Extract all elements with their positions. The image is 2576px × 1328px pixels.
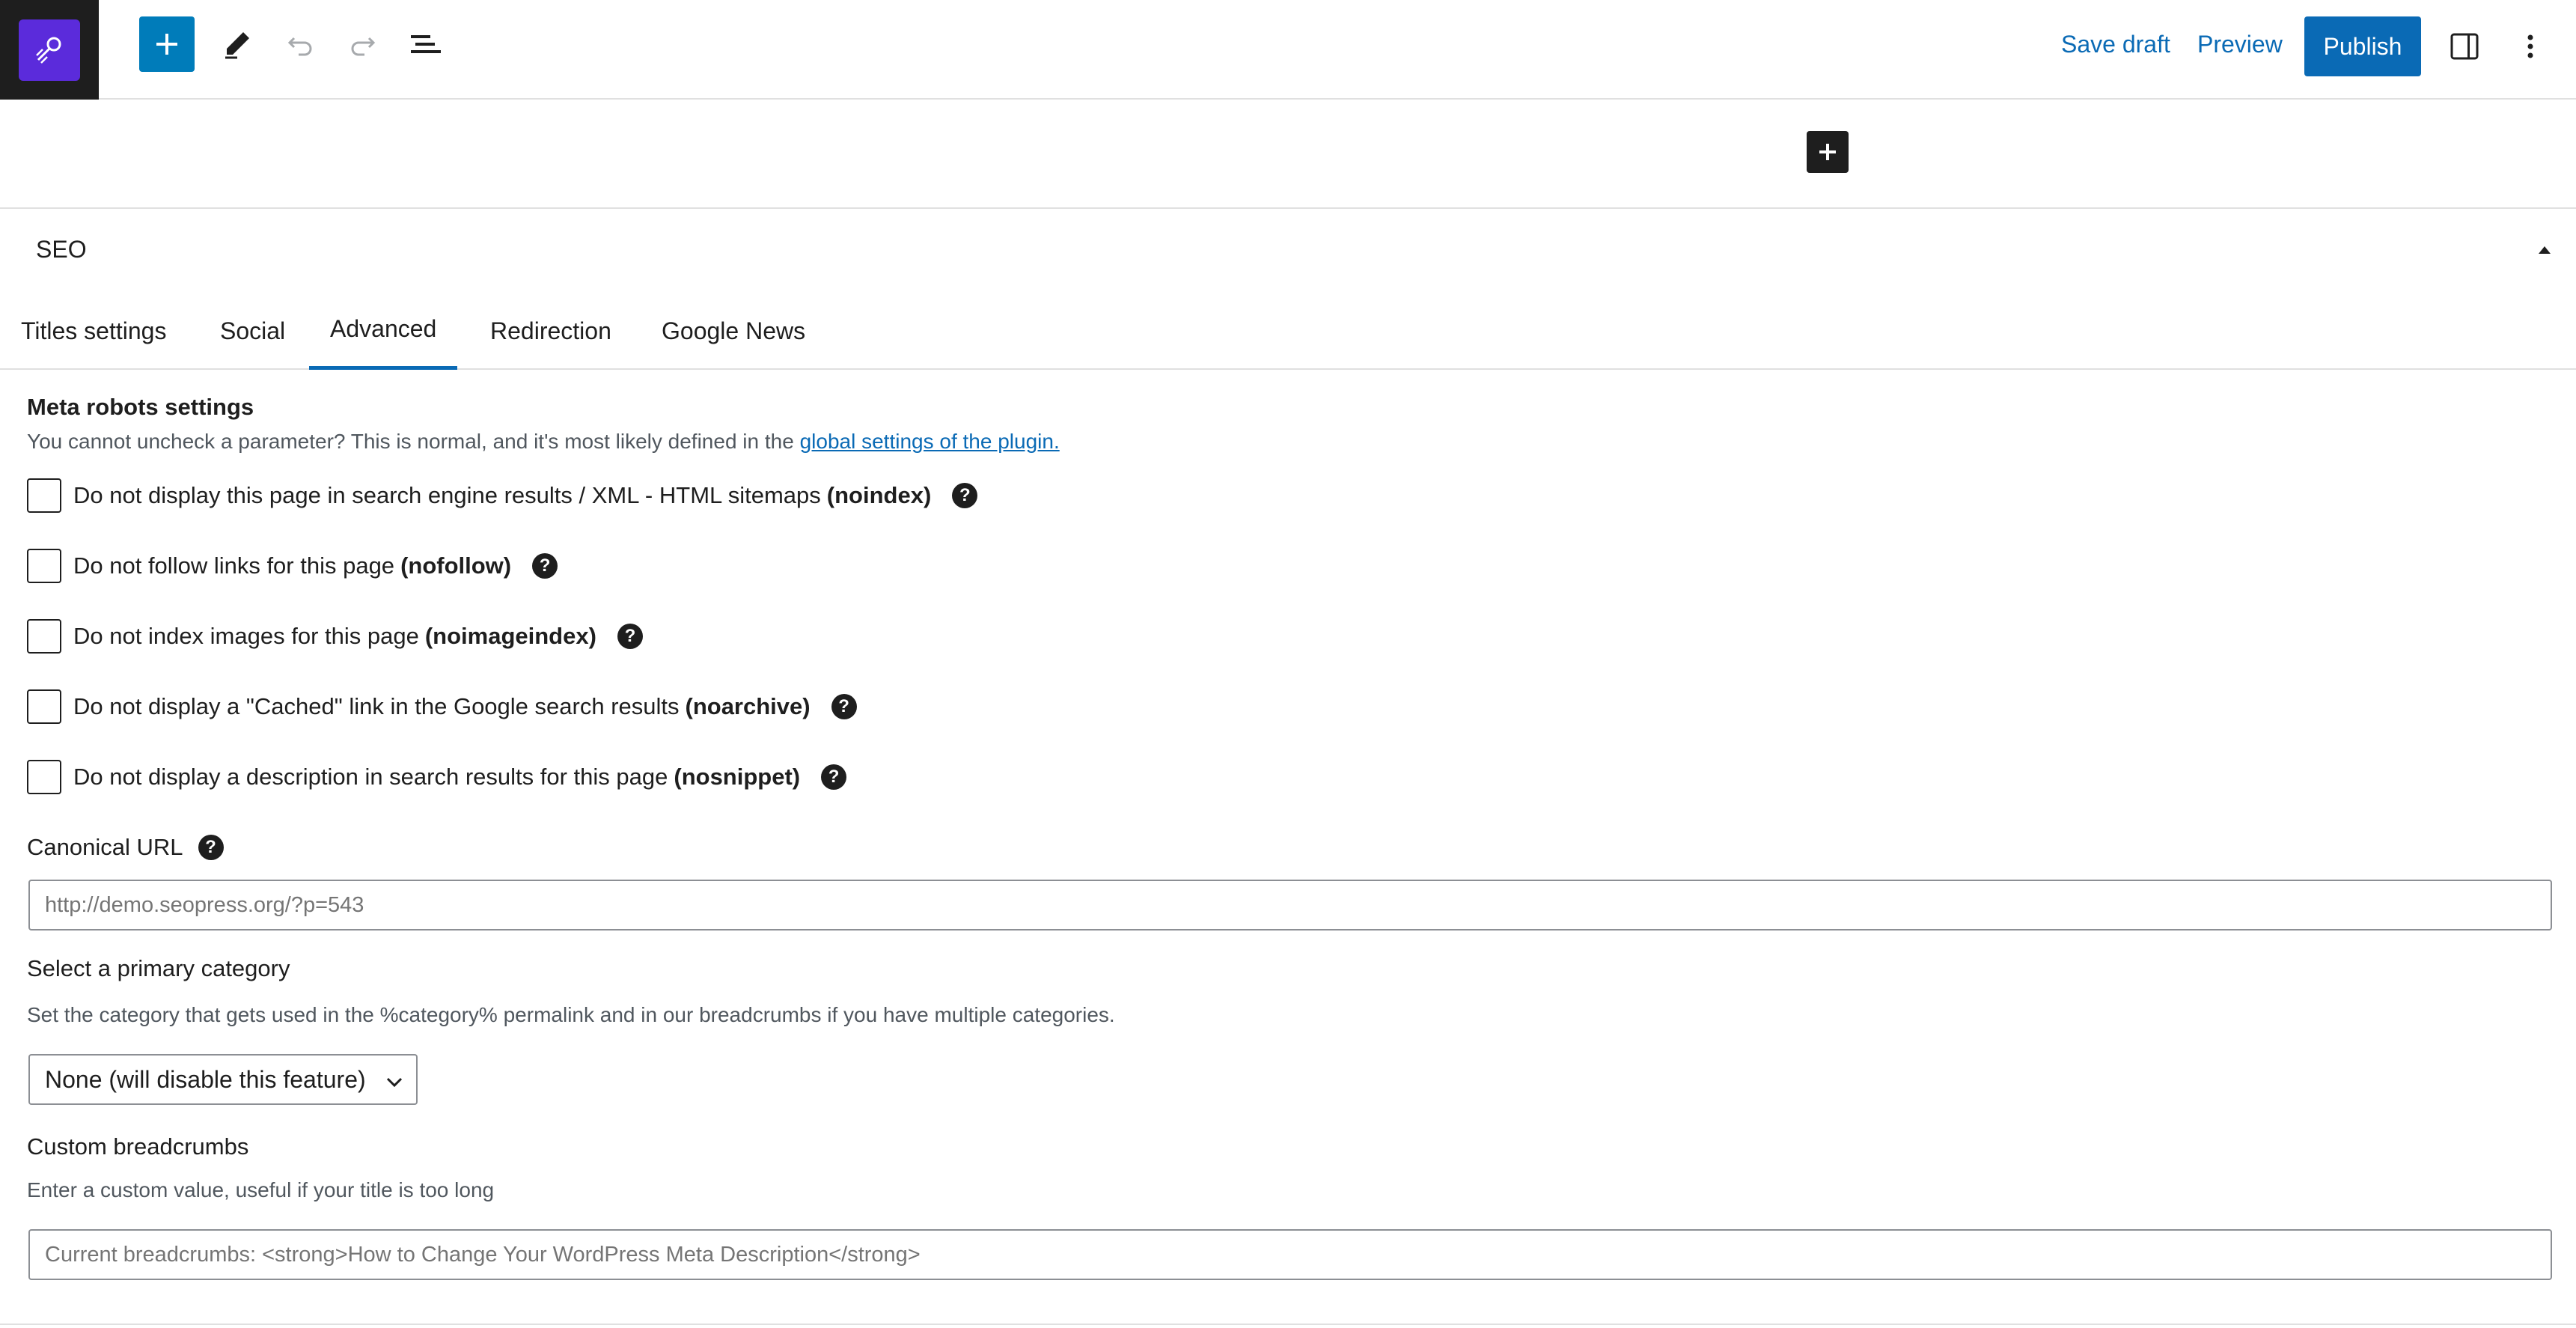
list-view-icon <box>411 35 441 53</box>
noarchive-label: Do not display a "Cached" link in the Go… <box>73 693 680 719</box>
noarchive-code: (noarchive) <box>685 693 811 719</box>
seo-metabox-header[interactable]: SEO <box>0 210 2576 285</box>
tab-social[interactable]: Social <box>199 292 306 370</box>
plus-icon <box>1819 144 1836 160</box>
noimageindex-label: Do not index images for this page <box>73 623 419 649</box>
editor-toolbar: Save draft Preview Publish <box>0 0 2576 100</box>
canonical-url-label: Canonical URL <box>27 834 183 860</box>
preview-button[interactable]: Preview <box>2187 16 2293 72</box>
meta-robots-description-text: You cannot uncheck a parameter? This is … <box>27 430 794 453</box>
publish-button[interactable]: Publish <box>2304 16 2421 76</box>
nofollow-option: Do not follow links for this page (nofol… <box>27 548 558 584</box>
tab-redirection[interactable]: Redirection <box>469 292 632 370</box>
undo-icon <box>287 37 312 56</box>
seo-tabs: Titles settings Social Advanced Redirect… <box>0 292 2576 370</box>
nofollow-label: Do not follow links for this page <box>73 552 395 579</box>
site-logo-button[interactable] <box>0 0 99 100</box>
help-icon[interactable]: ? <box>821 764 847 790</box>
custom-breadcrumbs-input[interactable]: Current breadcrumbs: <strong>How to Chan… <box>28 1229 2552 1280</box>
primary-category-selected: None (will disable this feature) <box>45 1065 366 1093</box>
noindex-checkbox[interactable] <box>27 478 61 513</box>
more-options-button[interactable] <box>2504 16 2557 76</box>
settings-sidebar-button[interactable] <box>2437 16 2492 76</box>
canonical-url-label-row: Canonical URL ? <box>27 834 224 861</box>
undo-button[interactable] <box>272 16 328 72</box>
nofollow-code: (nofollow) <box>400 552 512 579</box>
primary-category-label: Select a primary category <box>27 955 290 981</box>
seopress-logo-icon <box>19 19 80 81</box>
help-icon[interactable]: ? <box>617 624 643 649</box>
nosnippet-label: Do not display a description in search r… <box>73 764 668 790</box>
add-block-button[interactable] <box>139 16 195 72</box>
help-icon[interactable]: ? <box>532 553 558 579</box>
sidebar-icon <box>2450 33 2479 60</box>
help-icon[interactable]: ? <box>198 835 224 860</box>
meta-robots-description: You cannot uncheck a parameter? This is … <box>27 430 1060 454</box>
nosnippet-option: Do not display a description in search r… <box>27 759 847 795</box>
noarchive-checkbox[interactable] <box>27 689 61 724</box>
tab-google-news[interactable]: Google News <box>641 292 826 370</box>
collapse-arrow-icon[interactable] <box>2536 242 2554 257</box>
seo-metabox-title: SEO <box>36 236 87 263</box>
noindex-label: Do not display this page in search engin… <box>73 482 821 508</box>
redo-icon <box>351 37 376 56</box>
primary-category-description: Set the category that gets used in the %… <box>27 1003 1115 1026</box>
noarchive-option: Do not display a "Cached" link in the Go… <box>27 689 857 725</box>
pencil-icon <box>225 32 249 59</box>
noindex-code: (noindex) <box>826 482 932 508</box>
document-overview-button[interactable] <box>398 16 454 72</box>
custom-breadcrumbs-label: Custom breadcrumbs <box>27 1133 249 1160</box>
vertical-ellipsis-icon <box>2527 34 2533 58</box>
canonical-url-input[interactable]: http://demo.seopress.org/?p=543 <box>28 880 2552 930</box>
noimageindex-code: (noimageindex) <box>424 623 596 649</box>
editor-canvas <box>0 101 2576 209</box>
edit-tool-button[interactable] <box>210 16 265 72</box>
plus-icon <box>156 34 177 55</box>
nofollow-checkbox[interactable] <box>27 549 61 583</box>
divider <box>0 1324 2576 1325</box>
nosnippet-code: (nosnippet) <box>674 764 801 790</box>
noimageindex-checkbox[interactable] <box>27 619 61 654</box>
primary-category-select[interactable]: None (will disable this feature) <box>28 1054 418 1105</box>
chevron-down-icon <box>386 1077 403 1088</box>
tab-advanced[interactable]: Advanced <box>309 292 458 370</box>
meta-robots-title: Meta robots settings <box>27 394 254 420</box>
noimageindex-option: Do not index images for this page (noima… <box>27 618 643 654</box>
save-draft-button[interactable]: Save draft <box>2051 16 2181 72</box>
custom-breadcrumbs-description: Enter a custom value, useful if your tit… <box>27 1178 495 1201</box>
tab-titles-settings[interactable]: Titles settings <box>0 292 187 370</box>
inline-block-inserter[interactable] <box>1807 131 1849 173</box>
nosnippet-checkbox[interactable] <box>27 760 61 794</box>
help-icon[interactable]: ? <box>831 694 857 719</box>
global-settings-link[interactable]: global settings of the plugin. <box>800 430 1060 453</box>
help-icon[interactable]: ? <box>952 483 978 508</box>
noindex-option: Do not display this page in search engin… <box>27 478 978 514</box>
redo-button[interactable] <box>335 16 391 72</box>
